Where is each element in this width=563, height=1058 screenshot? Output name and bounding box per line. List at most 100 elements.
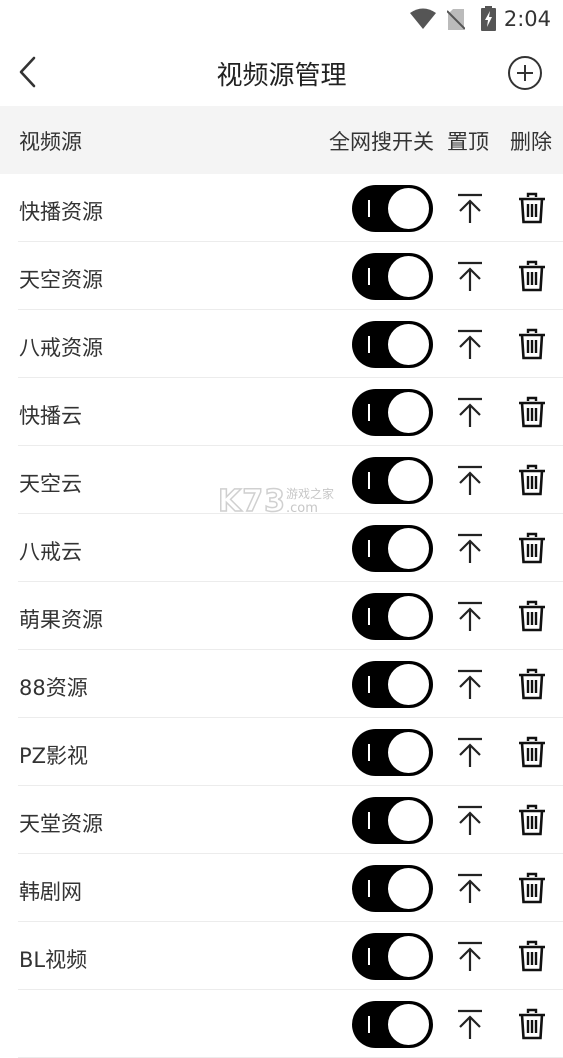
source-row: 快播资源 <box>0 174 563 242</box>
source-name: 快播云 <box>19 404 82 428</box>
source-row: 天堂资源 <box>0 786 563 854</box>
source-row: 八戒云 <box>0 514 563 582</box>
global-search-toggle[interactable] <box>352 593 433 640</box>
trash-icon[interactable] <box>517 668 547 700</box>
source-name: 天空云 <box>19 472 82 496</box>
pin-to-top-icon[interactable] <box>456 532 484 564</box>
column-name-label: 视频源 <box>19 130 82 154</box>
pin-to-top-icon[interactable] <box>456 396 484 428</box>
toggle-knob <box>388 460 429 501</box>
trash-icon[interactable] <box>517 328 547 360</box>
watermark-logo-text: K73 <box>217 483 286 520</box>
pin-to-top-icon[interactable] <box>456 600 484 632</box>
toggle-knob <box>388 732 429 773</box>
pin-to-top-icon[interactable] <box>456 260 484 292</box>
watermark-cn-text: 游戏之家 <box>286 487 335 501</box>
source-row: 韩剧网 <box>0 854 563 922</box>
pin-to-top-icon[interactable] <box>456 464 484 496</box>
toggle-on-indicator <box>368 744 370 761</box>
trash-icon[interactable] <box>517 464 547 496</box>
trash-icon[interactable] <box>517 736 547 768</box>
toggle-on-indicator <box>368 404 370 421</box>
source-name: 韩剧网 <box>19 880 82 904</box>
pin-to-top-icon[interactable] <box>456 668 484 700</box>
global-search-toggle[interactable] <box>352 253 433 300</box>
toggle-knob <box>388 800 429 841</box>
source-row: 萌果资源 <box>0 582 563 650</box>
trash-icon[interactable] <box>517 1008 547 1040</box>
global-search-toggle[interactable] <box>352 797 433 844</box>
global-search-toggle[interactable] <box>352 321 433 368</box>
source-name: PZ影视 <box>19 744 89 768</box>
source-name: 萌果资源 <box>19 608 103 632</box>
source-row <box>0 990 563 1058</box>
column-header: 视频源 全网搜开关 置顶 删除 <box>0 106 563 174</box>
toggle-on-indicator <box>368 880 370 897</box>
add-circle-icon[interactable] <box>507 55 543 91</box>
global-search-toggle[interactable] <box>352 661 433 708</box>
trash-icon[interactable] <box>517 940 547 972</box>
no-sim-icon <box>447 9 465 30</box>
toggle-on-indicator <box>368 336 370 353</box>
trash-icon[interactable] <box>517 192 547 224</box>
trash-icon[interactable] <box>517 872 547 904</box>
trash-icon[interactable] <box>517 600 547 632</box>
watermark-domain-text: .com <box>286 501 318 516</box>
global-search-toggle[interactable] <box>352 185 433 232</box>
source-name: 八戒资源 <box>19 336 103 360</box>
toggle-on-indicator <box>368 948 370 965</box>
global-search-toggle[interactable] <box>352 1001 433 1048</box>
page-title: 视频源管理 <box>216 61 347 91</box>
source-name: 天堂资源 <box>19 812 103 836</box>
source-name: 快播资源 <box>19 200 103 224</box>
toggle-knob <box>388 188 429 229</box>
pin-to-top-icon[interactable] <box>456 328 484 360</box>
pin-to-top-icon[interactable] <box>456 804 484 836</box>
source-name: 天空资源 <box>19 268 103 292</box>
pin-to-top-icon[interactable] <box>456 940 484 972</box>
toggle-knob <box>388 868 429 909</box>
pin-to-top-icon[interactable] <box>456 1008 484 1040</box>
toggle-on-indicator <box>368 268 370 285</box>
source-row: BL视频 <box>0 922 563 990</box>
source-list: 快播资源天空资源八戒资源快播云天空云八戒云萌果资源 88资源 PZ影视天堂资源韩剧网… <box>0 174 563 1058</box>
column-global-search-label: 全网搜开关 <box>329 130 434 154</box>
global-search-toggle[interactable] <box>352 729 433 776</box>
pin-to-top-icon[interactable] <box>456 872 484 904</box>
global-search-toggle[interactable] <box>352 457 433 504</box>
source-row: 快播云 <box>0 378 563 446</box>
toggle-on-indicator <box>368 540 370 557</box>
column-pin-top-label: 置顶 <box>447 130 489 154</box>
source-row: PZ影视 <box>0 718 563 786</box>
toggle-knob <box>388 936 429 977</box>
toggle-on-indicator <box>368 676 370 693</box>
source-name: BL视频 <box>19 948 88 972</box>
toggle-knob <box>388 1004 429 1045</box>
status-bar: 2:04 <box>0 0 563 38</box>
pin-to-top-icon[interactable] <box>456 192 484 224</box>
source-name: 88资源 <box>19 676 88 700</box>
global-search-toggle[interactable] <box>352 389 433 436</box>
trash-icon[interactable] <box>517 532 547 564</box>
global-search-toggle[interactable] <box>352 933 433 980</box>
trash-icon[interactable] <box>517 260 547 292</box>
toggle-knob <box>388 392 429 433</box>
toggle-knob <box>388 664 429 705</box>
toggle-knob <box>388 528 429 569</box>
trash-icon[interactable] <box>517 804 547 836</box>
global-search-toggle[interactable] <box>352 865 433 912</box>
toggle-knob <box>388 256 429 297</box>
trash-icon[interactable] <box>517 396 547 428</box>
app-bar: 视频源管理 <box>0 38 563 106</box>
toggle-on-indicator <box>368 200 370 217</box>
toggle-on-indicator <box>368 1016 370 1033</box>
watermark-logo: K73 游戏之家 .com <box>217 483 348 520</box>
pin-to-top-icon[interactable] <box>456 736 484 768</box>
source-row: 八戒资源 <box>0 310 563 378</box>
battery-charging-icon <box>481 6 496 31</box>
global-search-toggle[interactable] <box>352 525 433 572</box>
toggle-on-indicator <box>368 608 370 625</box>
toggle-knob <box>388 596 429 637</box>
toggle-knob <box>388 324 429 365</box>
source-row: 天空资源 <box>0 242 563 310</box>
